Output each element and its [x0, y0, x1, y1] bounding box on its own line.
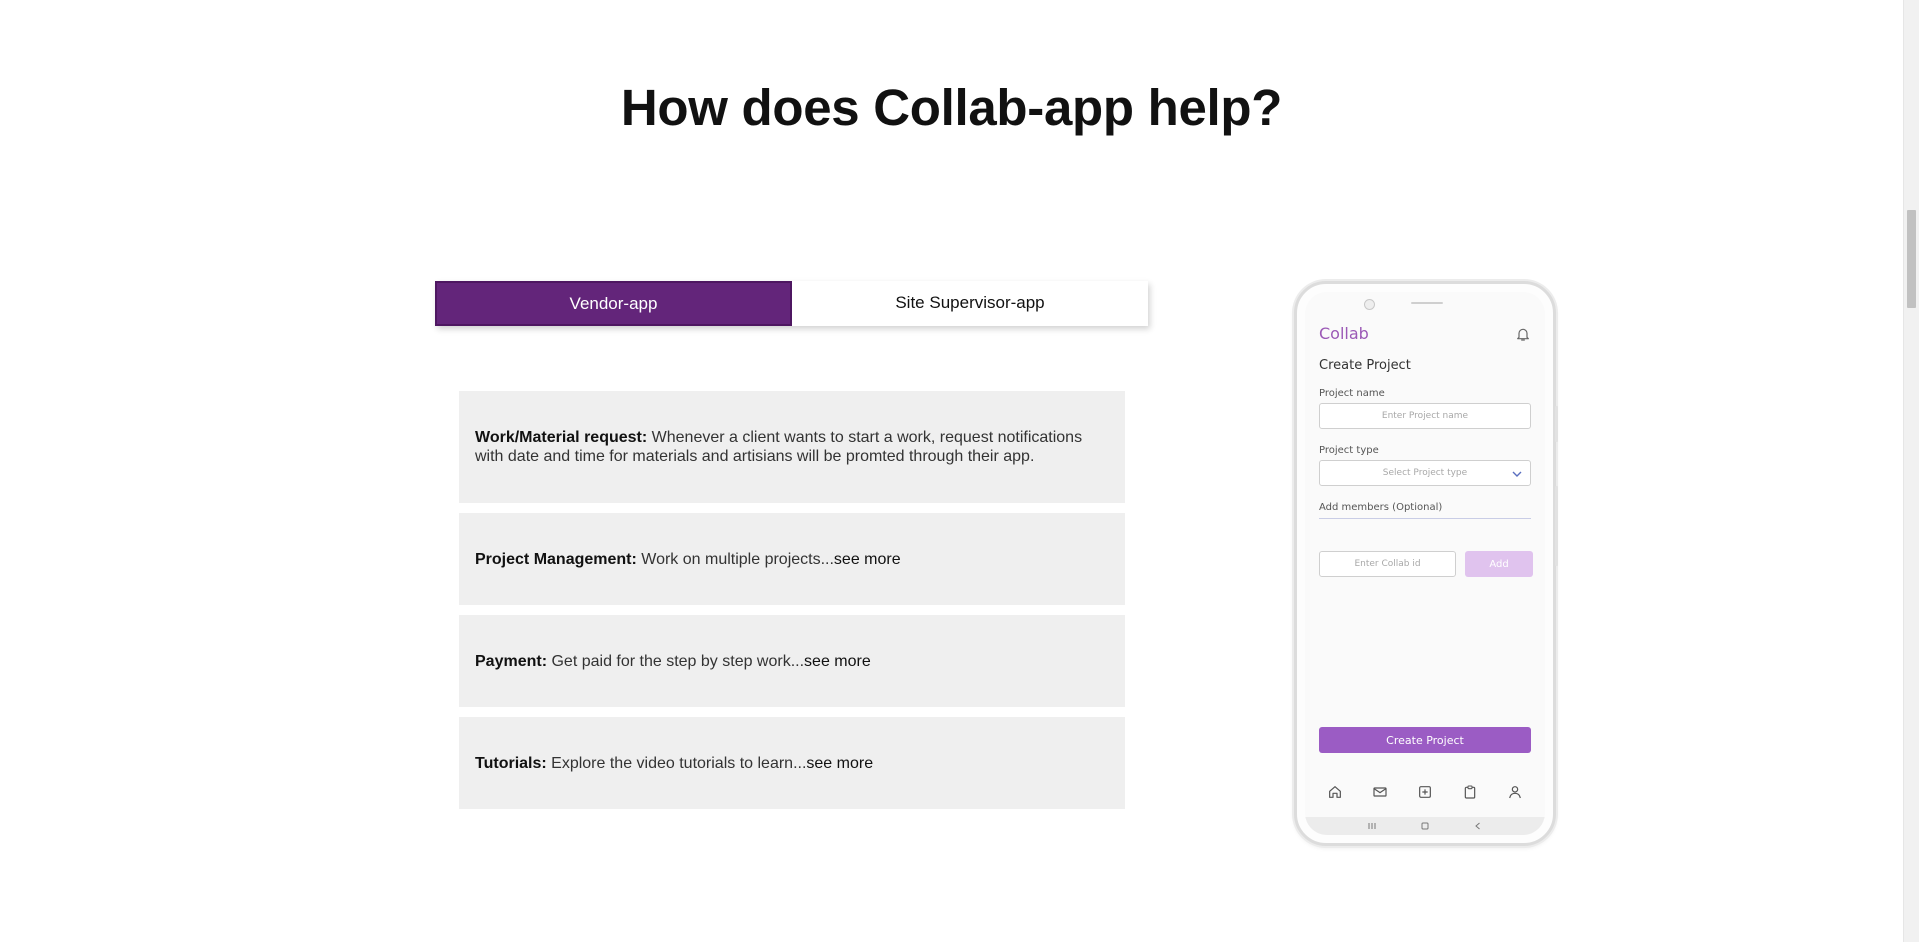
add-member-button[interactable]: Add [1465, 551, 1533, 577]
feature-card-tutorials: Tutorials: Explore the video tutorials t… [459, 717, 1125, 809]
app-tabs: Vendor-app Site Supervisor-app [435, 281, 1148, 326]
feature-description: Work on multiple projects... [636, 550, 834, 568]
home-key-icon[interactable] [1420, 821, 1430, 831]
project-name-label: Project name [1319, 388, 1385, 399]
feature-description: Explore the video tutorials to learn... [546, 754, 807, 772]
home-icon[interactable] [1327, 784, 1343, 800]
feature-title: Payment: [475, 652, 548, 670]
back-icon[interactable] [1473, 821, 1483, 831]
feature-card-work-material-request: Work/Material request: Whenever a client… [459, 391, 1125, 503]
members-divider [1319, 518, 1531, 519]
mail-icon[interactable] [1372, 784, 1388, 800]
feature-title: Tutorials: [475, 754, 547, 772]
scrollbar-thumb[interactable] [1907, 210, 1916, 308]
project-name-input[interactable]: Enter Project name [1319, 403, 1531, 429]
feature-text: Work/Material request: Whenever a client… [475, 428, 1109, 466]
system-nav-bar [1305, 817, 1545, 835]
tab-site-supervisor-app[interactable]: Site Supervisor-app [792, 281, 1148, 326]
see-more-link[interactable]: see more [834, 551, 901, 568]
collab-id-input[interactable]: Enter Collab id [1319, 551, 1456, 577]
create-project-button[interactable]: Create Project [1319, 727, 1531, 753]
feature-card-payment: Payment: Get paid for the step by step w… [459, 615, 1125, 707]
feature-text: Tutorials: Explore the video tutorials t… [475, 754, 873, 773]
phone-mockup: Collab Create Project Project name Enter… [1294, 281, 1558, 846]
feature-card-project-management: Project Management: Work on multiple pro… [459, 513, 1125, 605]
feature-text: Project Management: Work on multiple pro… [475, 550, 901, 569]
add-members-label: Add members (Optional) [1319, 502, 1443, 513]
bottom-nav [1319, 784, 1531, 800]
feature-description: Get paid for the step by step work... [547, 652, 805, 670]
see-more-link[interactable]: see more [806, 755, 873, 772]
feature-text: Payment: Get paid for the step by step w… [475, 652, 871, 671]
camera-icon [1364, 299, 1375, 310]
feature-title: Work/Material request: [475, 429, 648, 446]
phone-side-button [1555, 486, 1558, 566]
chevron-down-icon [1512, 471, 1522, 477]
phone-side-button [1555, 406, 1558, 442]
see-more-link[interactable]: see more [804, 653, 871, 670]
speaker-grille [1411, 302, 1443, 304]
project-type-placeholder: Select Project type [1382, 468, 1468, 478]
tab-vendor-app[interactable]: Vendor-app [435, 281, 792, 326]
recents-icon[interactable] [1367, 821, 1377, 831]
screen-title: Create Project [1319, 358, 1411, 373]
project-type-label: Project type [1319, 445, 1379, 456]
phone-screen: Collab Create Project Project name Enter… [1305, 292, 1545, 835]
bell-icon[interactable] [1515, 326, 1531, 342]
app-brand: Collab [1319, 324, 1369, 343]
add-square-icon[interactable] [1417, 784, 1433, 800]
project-type-select[interactable]: Select Project type [1319, 460, 1531, 486]
profile-icon[interactable] [1507, 784, 1523, 800]
clipboard-icon[interactable] [1462, 784, 1478, 800]
page-scrollbar[interactable] [1903, 0, 1919, 942]
feature-title: Project Management: [475, 550, 637, 568]
section-heading: How does Collab-app help? [620, 79, 1283, 136]
